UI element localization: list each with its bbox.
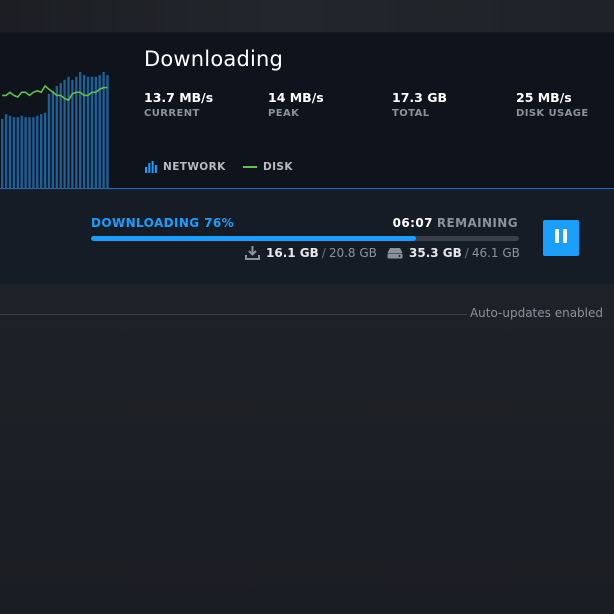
legend-disk: DISK (243, 161, 293, 173)
downloads-page: Downloading 13.7 MB/s CURRENT 14 MB/s PE… (0, 0, 614, 614)
disk-size-total: 46.1 GB (471, 246, 520, 260)
download-size-separator: / (321, 246, 326, 260)
disk-size: 35.3 GB/46.1 GB (387, 246, 520, 260)
network-bar (82, 75, 86, 189)
network-bar (32, 117, 35, 189)
legend-network: NETWORK (145, 161, 226, 173)
network-bar (40, 114, 43, 189)
network-bar (16, 117, 19, 189)
time-remaining-value: 06:07 (392, 216, 433, 230)
page-title: Downloading (144, 47, 284, 71)
stat-current-value: 13.7 MB/s (144, 90, 214, 105)
pause-icon (554, 228, 568, 248)
network-bar (75, 76, 78, 189)
download-size-current: 16.1 GB (266, 246, 319, 260)
network-bars-icon (145, 161, 157, 173)
download-progress-panel: DOWNLOADING 76% 06:07 REMAINING 16.1 GB/2… (0, 190, 614, 284)
network-bar (4, 114, 8, 189)
network-bar (51, 90, 55, 189)
network-bar (28, 117, 31, 189)
stat-current-label: CURRENT (144, 108, 200, 119)
legend-network-label: NETWORK (163, 161, 226, 173)
network-bar (106, 75, 109, 189)
pause-button[interactable] (543, 220, 579, 256)
progress-bar-fill (91, 236, 417, 241)
bandwidth-graph (0, 33, 112, 189)
stat-peak-value: 14 MB/s (268, 90, 324, 105)
network-bar (55, 86, 58, 189)
network-bar (59, 82, 62, 189)
network-bar (94, 76, 97, 189)
top-bar (0, 0, 614, 33)
network-bar (67, 76, 70, 189)
network-bar (86, 76, 90, 189)
stat-disk-usage-label: DISK USAGE (516, 108, 589, 119)
stat-current: 13.7 MB/s CURRENT (144, 90, 213, 119)
network-bar (36, 115, 39, 189)
auto-updates-status: Auto-updates enabled (469, 306, 603, 320)
network-bar (47, 93, 51, 189)
network-bar (43, 112, 47, 189)
download-size: 16.1 GB/20.8 GB (245, 246, 377, 260)
disk-line-icon (243, 165, 257, 169)
section-divider (0, 314, 467, 315)
stat-peak: 14 MB/s PEAK (268, 90, 324, 119)
stat-peak-label: PEAK (268, 108, 300, 119)
stat-total-label: TOTAL (392, 108, 430, 119)
stat-total-value: 17.3 GB (392, 90, 447, 105)
progress-bar (91, 236, 519, 241)
legend-disk-label: DISK (263, 161, 293, 173)
network-bar (79, 72, 82, 189)
stat-total: 17.3 GB TOTAL (392, 90, 447, 119)
network-bar (24, 117, 27, 189)
network-bar (102, 72, 105, 189)
time-remaining: 06:07 REMAINING (393, 216, 518, 230)
network-bar (63, 79, 66, 189)
hard-drive-icon (387, 247, 403, 259)
network-bar (8, 115, 12, 189)
bandwidth-graph-svg (1, 72, 109, 189)
download-icon (245, 246, 260, 260)
download-status: DOWNLOADING 76% (91, 216, 235, 230)
network-bar (12, 117, 16, 189)
stat-disk-usage-value: 25 MB/s (516, 90, 572, 105)
network-bar (20, 115, 23, 189)
network-bar (1, 118, 4, 189)
stat-disk-usage: 25 MB/s DISK USAGE (516, 90, 589, 119)
disk-size-separator: / (464, 246, 469, 260)
network-bar (98, 75, 101, 189)
download-stats-panel: Downloading 13.7 MB/s CURRENT 14 MB/s PE… (0, 33, 614, 189)
download-size-total: 20.8 GB (328, 246, 377, 260)
disk-size-current: 35.3 GB (409, 246, 462, 260)
time-remaining-label: REMAINING (436, 216, 518, 230)
